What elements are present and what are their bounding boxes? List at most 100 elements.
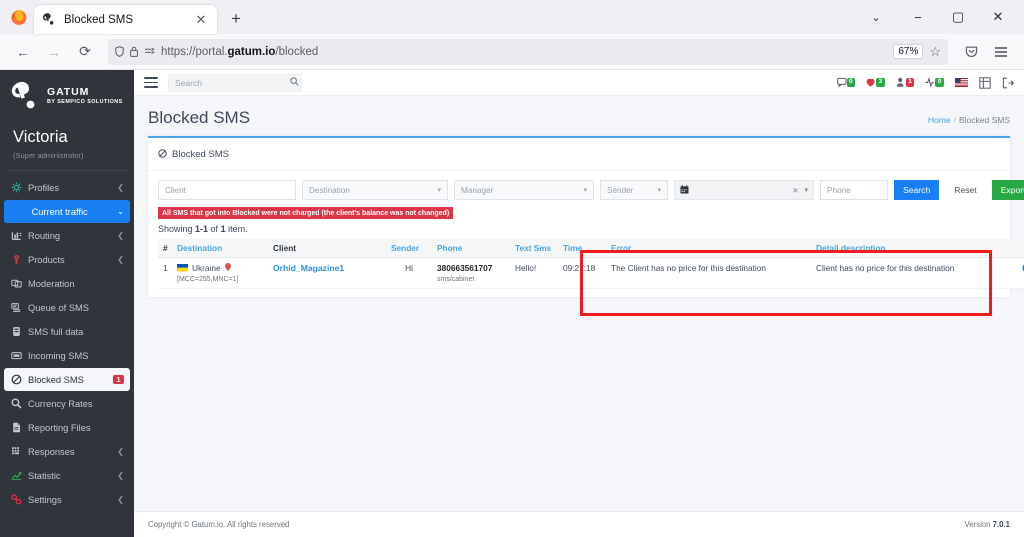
permissions-icon[interactable] <box>144 47 155 56</box>
cell-text-sms: Hello! <box>510 257 558 288</box>
activity-counter-icon[interactable]: 0 <box>925 77 944 88</box>
menu-toggle-icon[interactable] <box>142 74 160 92</box>
sidebar-item-statistic[interactable]: Statistic❮ <box>4 464 130 487</box>
col-error[interactable]: Error <box>606 239 811 258</box>
showing-summary: Showing 1-1 of 1 item. <box>158 224 1000 234</box>
sidebar-item-current-traffic[interactable]: Current traffic⌄ <box>4 200 130 223</box>
shield-icon[interactable] <box>115 46 124 57</box>
sms-counter-icon[interactable]: 0 <box>837 77 856 88</box>
alerts-counter-icon[interactable]: 3 <box>866 77 885 88</box>
destination-filter-select[interactable]: Destination ▾ <box>302 180 448 200</box>
sidebar-item-profiles[interactable]: Profiles❮ <box>4 176 130 199</box>
blocked-sms-table: # Destination Client Sender Phone Text S… <box>158 239 1024 289</box>
users-counter-icon[interactable]: 1 <box>896 77 915 88</box>
col-phone[interactable]: Phone <box>432 239 510 258</box>
close-window-button[interactable]: ✕ <box>978 2 1018 32</box>
moderation-icon <box>10 278 22 290</box>
chevron-icon: ❮ <box>117 231 124 240</box>
sidebar-item-products[interactable]: Products❮ <box>4 248 130 271</box>
col-time[interactable]: Time <box>558 239 606 258</box>
url-domain: gatum.io <box>227 46 275 58</box>
showing-range: 1-1 <box>195 224 208 234</box>
footer-version-number: 7.0.1 <box>993 520 1010 529</box>
cell-detail-description: Client has no price for this destination <box>811 257 1016 288</box>
counter-badge: 0 <box>847 78 856 87</box>
sidebar-item-currency-rates[interactable]: Currency Rates <box>4 392 130 415</box>
minimize-window-button[interactable]: − <box>898 2 938 32</box>
sidebar-item-reporting-files[interactable]: Reporting Files <box>4 416 130 439</box>
sidebar-item-incoming-sms[interactable]: Incoming SMS <box>4 344 130 367</box>
maximize-window-button[interactable]: ▢ <box>938 2 978 32</box>
browser-menu-icon[interactable] <box>987 38 1015 66</box>
search-input[interactable] <box>175 78 286 88</box>
reload-button[interactable]: ⟳ <box>71 38 99 66</box>
sidebar-item-blocked-sms[interactable]: Blocked SMS1 <box>4 368 130 391</box>
sidebar-item-settings[interactable]: Settings❮ <box>4 488 130 511</box>
cell-sender: Hi <box>386 257 432 288</box>
user-role: (Super administrator) <box>0 147 134 170</box>
database-icon <box>10 326 22 338</box>
pin-icon[interactable] <box>225 263 231 273</box>
new-tab-button[interactable]: + <box>223 6 249 32</box>
language-flag-icon[interactable] <box>955 78 968 87</box>
zoom-level-badge[interactable]: 67% <box>893 44 923 59</box>
url-bar[interactable]: https://portal.gatum.io/blocked 67% ☆ <box>108 39 948 65</box>
url-path: /blocked <box>275 46 318 58</box>
brand[interactable]: GATUM BY SEMPICO SOLUTIONS <box>0 70 134 118</box>
blocked-sms-card: Blocked SMS Client Destination ▾ Manager <box>148 136 1010 297</box>
fullscreen-icon[interactable] <box>979 77 991 89</box>
pocket-icon[interactable] <box>957 38 985 66</box>
col-sender[interactable]: Sender <box>386 239 432 258</box>
chevron-icon: ❮ <box>117 447 124 456</box>
search-icon[interactable] <box>290 77 299 88</box>
browser-tab[interactable]: Blocked SMS ✕ <box>34 5 217 34</box>
star-icon[interactable]: ☆ <box>929 44 941 60</box>
url-text: https://portal.gatum.io/blocked <box>161 46 887 58</box>
chevron-down-icon[interactable]: ▾ <box>804 186 808 194</box>
phone-filter-placeholder: Phone <box>827 186 851 195</box>
clear-daterange-icon[interactable]: ✕ <box>792 186 798 195</box>
sidebar-item-responses[interactable]: Responses ❮ <box>4 440 130 463</box>
phone-filter-input[interactable]: Phone <box>820 180 888 200</box>
back-button[interactable]: ← <box>9 38 37 66</box>
col-num[interactable]: # <box>158 239 172 258</box>
search-box[interactable] <box>168 74 302 92</box>
daterange-filter[interactable]: ✕ ▾ <box>674 180 814 200</box>
gear-icon <box>10 182 22 194</box>
browser-tab-title: Blocked SMS <box>64 14 186 26</box>
sender-filter-select[interactable]: Sender ▾ <box>600 180 668 200</box>
sidebar-item-queue-of-sms[interactable]: Queue of SMS <box>4 296 130 319</box>
sidebar-item-label: Blocked SMS <box>28 375 107 385</box>
browser-tab-bar: Blocked SMS ✕ + ⌄ − ▢ ✕ <box>0 0 1024 34</box>
top-bar: 0310 <box>134 70 1024 96</box>
main-content: 0310 Blocked SMS Home/Blocked SMS Blocke… <box>134 70 1024 537</box>
ua-flag-icon <box>177 264 188 272</box>
cell-client: Orhid_Magazine1 <box>268 257 386 288</box>
showing-mid: of <box>208 224 221 234</box>
export-button[interactable]: Export <box>992 180 1024 200</box>
col-client[interactable]: Client <box>268 239 386 258</box>
cell-error: The Client has no price for this destina… <box>606 257 811 288</box>
search-button[interactable]: Search <box>894 180 939 200</box>
col-destination[interactable]: Destination <box>172 239 268 258</box>
manager-filter-select[interactable]: Manager ▾ <box>454 180 594 200</box>
breadcrumb-home[interactable]: Home <box>928 115 951 125</box>
sidebar-item-label: Responses <box>28 447 111 457</box>
list-all-tabs-icon[interactable]: ⌄ <box>854 2 898 32</box>
sidebar-item-moderation[interactable]: Moderation <box>4 272 130 295</box>
logout-icon[interactable] <box>1002 77 1014 89</box>
client-link[interactable]: Orhid_Magazine1 <box>273 263 344 273</box>
table-row[interactable]: 1 Ukraine <box>158 257 1024 288</box>
sidebar-item-sms-full-data[interactable]: SMS full data <box>4 320 130 343</box>
close-tab-icon[interactable]: ✕ <box>193 12 209 28</box>
sidebar-item-routing[interactable]: Routing❮ <box>4 224 130 247</box>
client-filter-input[interactable]: Client <box>158 180 296 200</box>
lock-icon[interactable] <box>130 46 138 57</box>
col-detail-description[interactable]: Detail description <box>811 239 1016 258</box>
reset-button[interactable]: Reset <box>945 180 985 200</box>
forward-button[interactable]: → <box>40 38 68 66</box>
cell-actions <box>1016 257 1024 288</box>
chevron-down-icon: ▾ <box>437 186 441 194</box>
sidebar-item-label: Products <box>28 255 111 265</box>
col-text-sms[interactable]: Text Sms <box>510 239 558 258</box>
